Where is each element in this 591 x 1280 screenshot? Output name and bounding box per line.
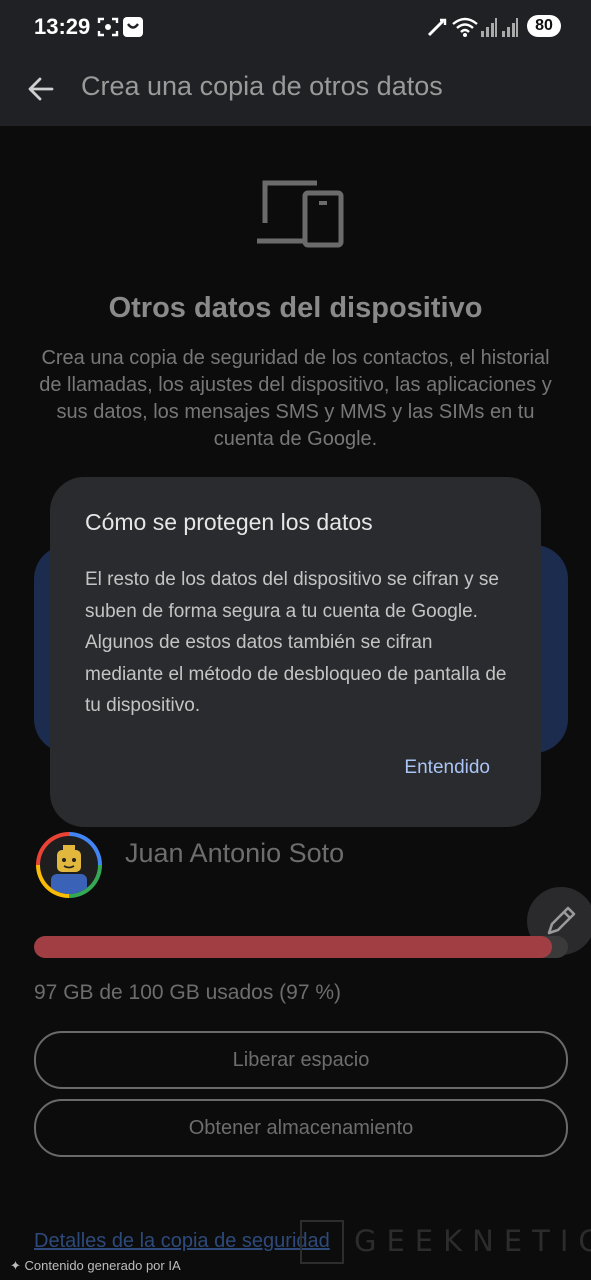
cell-signal-2-icon (502, 18, 518, 37)
watermark: GEEKNETIC (300, 1218, 591, 1266)
dialog-title: Cómo se protegen los datos (85, 509, 373, 535)
sparkle-icon: ✦ (10, 1258, 25, 1273)
free-space-button[interactable]: Liberar espacio (34, 1031, 568, 1089)
section-title: Otros datos del dispositivo (108, 292, 483, 324)
section-description: Crea una copia de seguridad de los conta… (39, 347, 552, 450)
notification-app-icon (123, 17, 143, 37)
status-bar: 13:29 80 (0, 0, 591, 56)
status-time: 13:29 (34, 14, 91, 39)
ai-caption: ✦ Contenido generado por IA (10, 1258, 181, 1274)
get-storage-button[interactable]: Obtener almacenamiento (34, 1099, 568, 1157)
arrow-back-icon[interactable] (26, 74, 56, 104)
watermark-text: GEEKNETIC (354, 1224, 591, 1258)
top-app-bar: Crea una copia de otros datos (0, 56, 591, 126)
signal-activity-icon (427, 18, 447, 37)
battery-level: 80 (527, 15, 561, 37)
dialog-body: El resto de los datos del dispositivo se… (85, 569, 507, 716)
cell-signal-1-icon (481, 18, 497, 37)
storage-progress-bar (34, 936, 568, 958)
storage-progress-fill (34, 936, 552, 958)
lego-figure-avatar-icon (51, 845, 87, 894)
avatar[interactable] (36, 832, 102, 898)
ai-caption-text: Contenido generado por IA (24, 1258, 181, 1273)
info-dialog: Cómo se protegen los datos El resto de l… (50, 477, 541, 827)
backup-details-link[interactable]: Detalles de la copia de seguridad (34, 1230, 330, 1253)
page-title: Crea una copia de otros datos (81, 71, 443, 101)
devices-icon (257, 180, 344, 248)
storage-usage-text: 97 GB de 100 GB usados (97 %) (34, 981, 342, 1004)
account-name: Juan Antonio Soto (125, 838, 345, 868)
wifi-icon (452, 17, 478, 37)
watermark-logo-icon (300, 1220, 344, 1264)
screenshot-icon (97, 17, 119, 37)
dialog-confirm-button[interactable]: Entendido (404, 757, 490, 779)
